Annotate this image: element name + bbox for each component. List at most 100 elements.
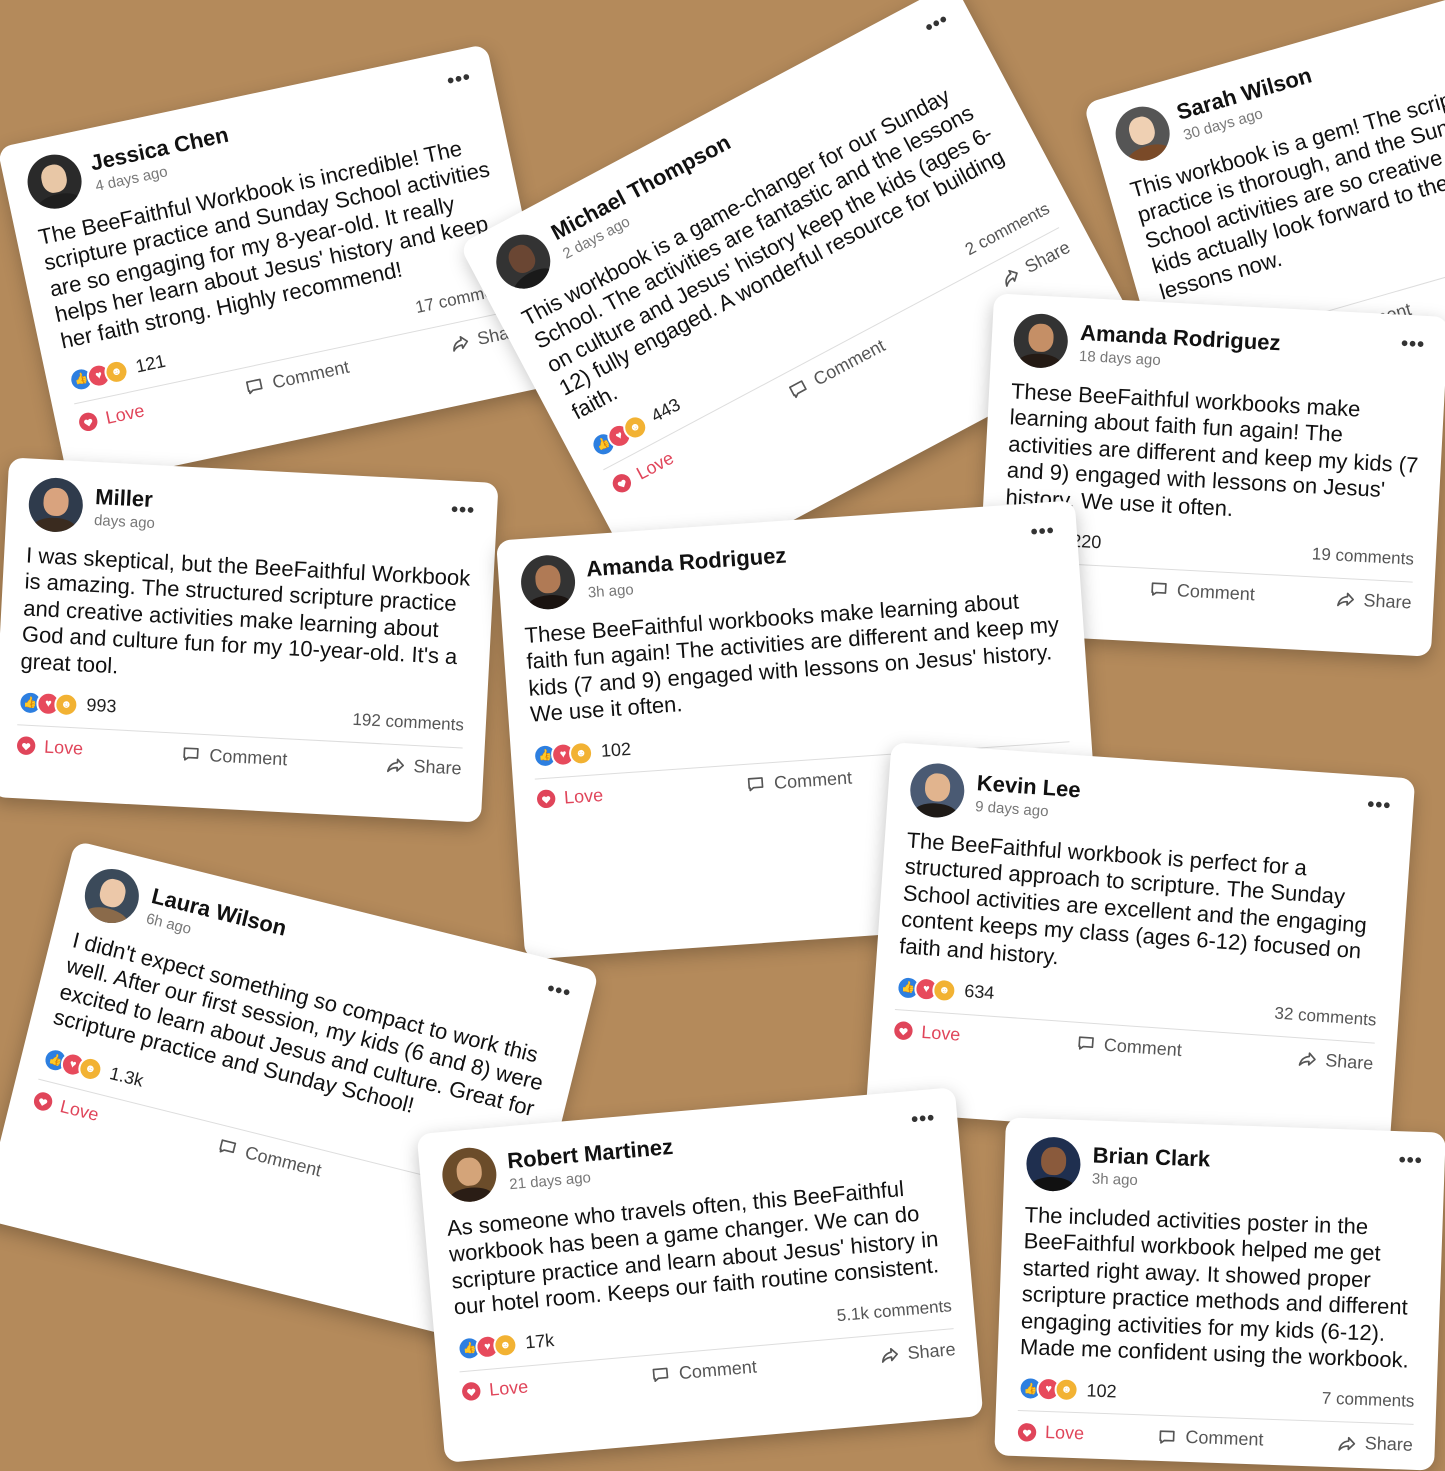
avatar[interactable] bbox=[79, 863, 145, 929]
more-dots-icon[interactable]: ••• bbox=[445, 66, 473, 93]
comment-button[interactable]: Comment bbox=[745, 767, 853, 795]
author-name[interactable]: Brian Clark bbox=[1092, 1143, 1210, 1172]
love-button[interactable]: Love bbox=[608, 448, 677, 498]
reaction-summary[interactable]: 👍 ♥ ☻ 102 bbox=[1018, 1376, 1117, 1403]
more-dots-icon[interactable]: ••• bbox=[921, 8, 953, 40]
reaction-count: 102 bbox=[1086, 1380, 1117, 1402]
reaction-summary[interactable]: 👍 ♥ ☻ 102 bbox=[532, 737, 632, 769]
avatar[interactable] bbox=[22, 149, 87, 214]
reaction-count: 634 bbox=[963, 981, 996, 1004]
comment-count[interactable]: 5.1k comments bbox=[836, 1296, 953, 1326]
avatar[interactable] bbox=[519, 553, 577, 612]
avatar[interactable] bbox=[908, 761, 967, 820]
comment-button[interactable]: Comment bbox=[216, 1135, 324, 1181]
share-arrow-icon bbox=[1336, 1433, 1357, 1454]
more-dots-icon[interactable]: ••• bbox=[1030, 520, 1056, 545]
comment-button[interactable]: Comment bbox=[650, 1356, 758, 1386]
comment-label: Comment bbox=[1185, 1427, 1264, 1450]
love-label: Love bbox=[103, 400, 147, 428]
review-post-card: Robert Martinez 21 days ago ••• As someo… bbox=[416, 1087, 984, 1463]
post-time[interactable]: 3h ago bbox=[1092, 1170, 1210, 1191]
share-button[interactable]: Share bbox=[1335, 589, 1412, 614]
avatar[interactable] bbox=[1012, 312, 1070, 370]
more-dots-icon[interactable]: ••• bbox=[450, 499, 476, 523]
comment-button[interactable]: Comment bbox=[1075, 1033, 1182, 1061]
share-label: Share bbox=[1021, 236, 1074, 278]
share-arrow-icon bbox=[385, 755, 406, 776]
love-button[interactable]: Love bbox=[76, 400, 146, 434]
love-button[interactable]: Love bbox=[460, 1376, 529, 1403]
love-button[interactable]: Love bbox=[893, 1020, 961, 1046]
share-button[interactable]: Share bbox=[879, 1339, 957, 1367]
care-icon: ☻ bbox=[492, 1331, 519, 1358]
share-button[interactable]: Share bbox=[385, 754, 462, 779]
more-dots-icon[interactable]: ••• bbox=[1398, 1149, 1423, 1173]
comment-count[interactable]: 32 comments bbox=[1274, 1003, 1377, 1030]
reaction-summary[interactable]: 👍 ♥ ☻ 993 bbox=[17, 690, 117, 719]
more-dots-icon[interactable]: ••• bbox=[1367, 794, 1392, 819]
love-button[interactable]: Love bbox=[535, 784, 604, 810]
comment-button[interactable]: Comment bbox=[1157, 1426, 1264, 1451]
comment-bubble-icon bbox=[745, 774, 766, 795]
post-text: The included activities poster in the Be… bbox=[1019, 1202, 1410, 1373]
avatar[interactable] bbox=[440, 1145, 499, 1204]
author-name[interactable]: Miller bbox=[95, 484, 157, 512]
care-icon: ☻ bbox=[1054, 1377, 1079, 1403]
post-header: Brian Clark 3h ago ••• bbox=[1025, 1136, 1423, 1204]
avatar[interactable] bbox=[1025, 1136, 1082, 1193]
avatar[interactable] bbox=[27, 476, 85, 534]
post-time[interactable]: days ago bbox=[94, 512, 156, 532]
reaction-icons: 👍 ♥ ☻ bbox=[17, 690, 79, 718]
avatar[interactable] bbox=[1109, 100, 1177, 168]
reaction-count: 17k bbox=[524, 1330, 556, 1353]
reaction-count: 1.3k bbox=[107, 1063, 146, 1091]
love-label: Love bbox=[1044, 1422, 1085, 1444]
more-dots-icon[interactable]: ••• bbox=[545, 977, 574, 1005]
comment-label: Comment bbox=[678, 1356, 758, 1383]
more-dots-icon[interactable]: ••• bbox=[1400, 333, 1426, 357]
post-header: Miller days ago ••• bbox=[27, 476, 476, 554]
comment-label: Comment bbox=[1103, 1034, 1183, 1061]
share-label: Share bbox=[1363, 590, 1413, 613]
comment-button[interactable]: Comment bbox=[1148, 579, 1255, 606]
reaction-count: 443 bbox=[647, 394, 684, 427]
post-stats: 👍 ♥ ☻ 102 7 comments bbox=[1018, 1376, 1415, 1414]
share-button[interactable]: Share bbox=[997, 237, 1074, 291]
comment-bubble-icon bbox=[1157, 1427, 1178, 1448]
comment-bubble-icon bbox=[216, 1135, 240, 1159]
comment-bubble-icon bbox=[181, 744, 202, 765]
avatar[interactable] bbox=[486, 225, 560, 299]
care-icon: ☻ bbox=[53, 692, 79, 718]
share-button[interactable]: Share bbox=[1336, 1433, 1413, 1457]
review-post-card: Kevin Lee 9 days ago ••• The BeeFaithful… bbox=[865, 742, 1416, 1148]
love-button[interactable]: Love bbox=[1017, 1421, 1085, 1444]
comment-button[interactable]: Comment bbox=[243, 357, 351, 400]
comment-count[interactable]: 7 comments bbox=[1321, 1389, 1414, 1412]
love-button[interactable]: Love bbox=[16, 735, 84, 759]
comment-count[interactable]: 19 comments bbox=[1311, 544, 1414, 569]
heart-icon bbox=[609, 470, 636, 497]
reaction-count: 102 bbox=[600, 738, 632, 761]
reaction-icons: 👍 ♥ ☻ bbox=[41, 1045, 106, 1084]
comment-button[interactable]: Comment bbox=[181, 744, 288, 771]
reaction-summary[interactable]: 👍 ♥ ☻ 17k bbox=[456, 1329, 555, 1361]
post-text: The BeeFaithful workbook is perfect for … bbox=[898, 827, 1368, 969]
post-text: I was skeptical, but the BeeFaithful Wor… bbox=[19, 542, 471, 678]
reaction-summary[interactable]: 👍 ♥ ☻ 634 bbox=[895, 975, 996, 1006]
love-label: Love bbox=[563, 784, 604, 808]
comment-count[interactable]: 192 comments bbox=[352, 710, 464, 736]
share-button[interactable]: Share bbox=[1297, 1048, 1374, 1074]
heart-icon bbox=[536, 788, 557, 809]
love-label: Love bbox=[633, 447, 677, 484]
comment-bubble-icon bbox=[1075, 1033, 1096, 1054]
share-arrow-icon bbox=[879, 1344, 901, 1366]
heart-icon bbox=[893, 1020, 914, 1041]
heart-icon bbox=[31, 1089, 55, 1113]
more-dots-icon[interactable]: ••• bbox=[910, 1107, 936, 1132]
comment-label: Comment bbox=[243, 1141, 324, 1181]
comment-label: Comment bbox=[208, 745, 288, 770]
share-arrow-icon bbox=[1297, 1049, 1318, 1070]
share-label: Share bbox=[1324, 1050, 1374, 1074]
love-button[interactable]: Love bbox=[31, 1089, 101, 1126]
love-label: Love bbox=[58, 1095, 101, 1125]
